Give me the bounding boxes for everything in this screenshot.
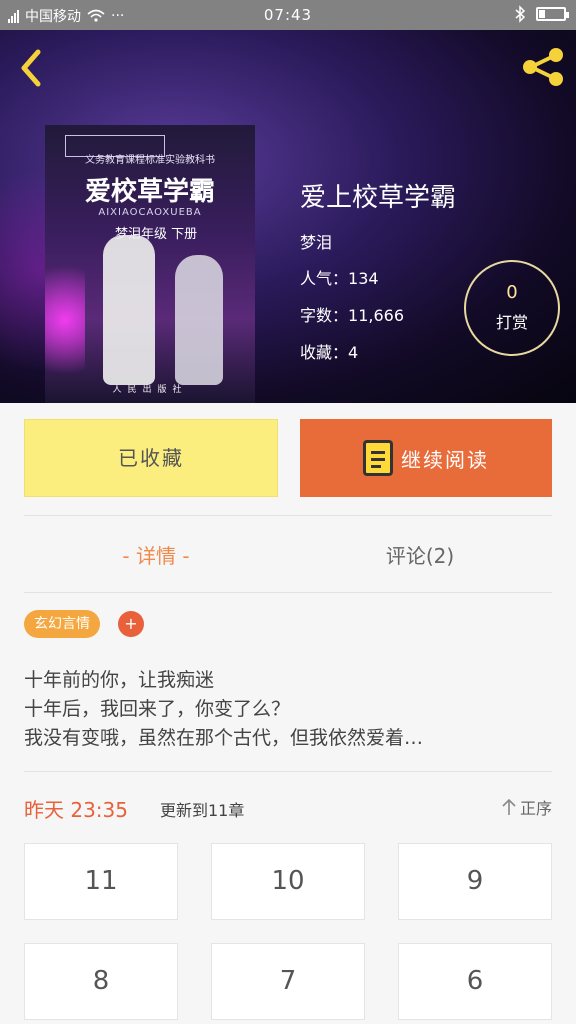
word-count-stat: 字数：11,666 — [300, 306, 405, 325]
popularity-label: 人气 — [300, 269, 333, 288]
description-line: 十年后，我回来了，你变了么？ — [24, 698, 291, 720]
status-right — [514, 5, 569, 23]
favorites-stat: 收藏：4 — [300, 343, 359, 362]
book-header: 义务教育课程标准实验教科书 爱校草学霸 AIXIAOCAOXUEBA 梦泪年级 … — [0, 30, 576, 403]
favorited-button[interactable]: 已收藏 — [24, 419, 278, 497]
cover-figure — [175, 255, 223, 385]
tab-detail[interactable]: - 详情 - — [24, 540, 288, 569]
arrow-up-icon — [502, 798, 516, 815]
divider — [24, 771, 552, 772]
chapter-button[interactable]: 6 — [398, 943, 552, 1020]
update-text: 更新到11章 — [160, 801, 245, 820]
share-icon[interactable] — [520, 46, 566, 88]
book-author[interactable]: 梦泪 — [300, 229, 332, 253]
chapter-button[interactable]: 11 — [24, 843, 178, 920]
divider — [24, 515, 552, 516]
cover-publisher-line: 义务教育课程标准实验教科书 — [85, 155, 215, 166]
favorites-value: 4 — [348, 343, 359, 362]
genre-tag[interactable]: 玄幻言情 — [24, 610, 100, 638]
popularity-stat: 人气：134 — [300, 269, 379, 288]
favorites-label: 收藏 — [300, 343, 333, 362]
tab-comments[interactable]: 评论(2) — [288, 540, 552, 569]
continue-reading-button[interactable]: 继续阅读 — [300, 419, 552, 497]
word-count-value: 11,666 — [348, 306, 405, 325]
chapter-button[interactable]: 9 — [398, 843, 552, 920]
book-cover: 义务教育课程标准实验教科书 爱校草学霸 AIXIAOCAOXUEBA 梦泪年级 … — [45, 125, 255, 403]
popularity-value: 134 — [348, 269, 379, 288]
word-count-label: 字数 — [300, 306, 333, 325]
tip-label: 打赏 — [495, 313, 528, 332]
back-icon[interactable] — [16, 48, 46, 88]
book-title: 爱上校草学霸 — [300, 183, 457, 213]
bluetooth-icon — [515, 5, 526, 23]
chapter-button[interactable]: 10 — [211, 843, 365, 920]
continue-reading-label: 继续阅读 — [401, 447, 489, 472]
chapter-button[interactable]: 7 — [211, 943, 365, 1020]
tip-count: 0 — [506, 282, 518, 303]
battery-icon — [536, 7, 569, 21]
cover-title: 爱校草学霸 — [84, 177, 215, 207]
chapter-grid: 11 10 9 8 7 6 — [24, 843, 552, 1020]
cover-pinyin: AIXIAOCAOXUEBA — [98, 207, 202, 218]
divider — [24, 592, 552, 593]
cover-figure — [103, 235, 155, 385]
update-time: 昨天 23:35 — [24, 798, 128, 822]
sort-label: 正序 — [519, 799, 552, 818]
status-bar: 中国移动 ··· 07:43 — [0, 0, 576, 30]
book-description[interactable]: 十年前的你，让我痴迷 十年后，我回来了，你变了么？ 我没有变哦，虽然在那个古代，… — [24, 666, 552, 753]
sort-toggle[interactable]: 正序 — [502, 795, 552, 819]
chapter-button[interactable]: 8 — [24, 943, 178, 1020]
tip-button[interactable]: 0 打赏 — [464, 260, 560, 356]
book-icon — [363, 440, 393, 476]
add-tag-button[interactable]: + — [118, 611, 144, 637]
description-line: 十年前的你，让我痴迷 — [24, 669, 215, 691]
cover-press: 人民出版社 — [112, 385, 188, 395]
description-line: 我没有变哦，虽然在那个古代，但我依然爱着… — [24, 727, 424, 749]
clock: 07:43 — [263, 6, 313, 24]
